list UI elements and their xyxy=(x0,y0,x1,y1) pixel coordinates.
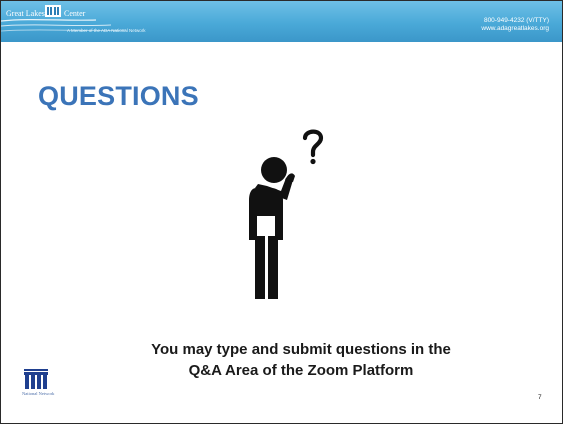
header-contact: 800-949-4232 (V/TTY) www.adagreatlakes.o… xyxy=(481,17,549,33)
logo-text-right: Center xyxy=(64,9,86,18)
slide-header: Great Lakes Center A Member of the ADA N… xyxy=(1,1,562,42)
logo-text-left: Great Lakes xyxy=(6,9,45,18)
slide-body: You may type and submit questions in the… xyxy=(91,339,511,381)
header-wave-graphic xyxy=(1,19,127,32)
slide: Great Lakes Center A Member of the ADA N… xyxy=(0,0,563,424)
person-question-icon xyxy=(249,129,324,299)
website-link[interactable]: www.adagreatlakes.org xyxy=(481,25,549,33)
body-line-2: Q&A Area of the Zoom Platform xyxy=(188,362,414,379)
ada-logo-icon xyxy=(45,5,61,17)
body-line-1: You may type and submit questions in the xyxy=(151,341,451,358)
phone-number: 800-949-4232 (V/TTY) xyxy=(483,17,549,24)
page-number: 7 xyxy=(538,394,542,401)
slide-title: QUESTIONS xyxy=(38,81,199,111)
footer-logo-text: National Network xyxy=(22,391,55,396)
header-tagline: A Member of the ADA National Network xyxy=(67,28,146,33)
